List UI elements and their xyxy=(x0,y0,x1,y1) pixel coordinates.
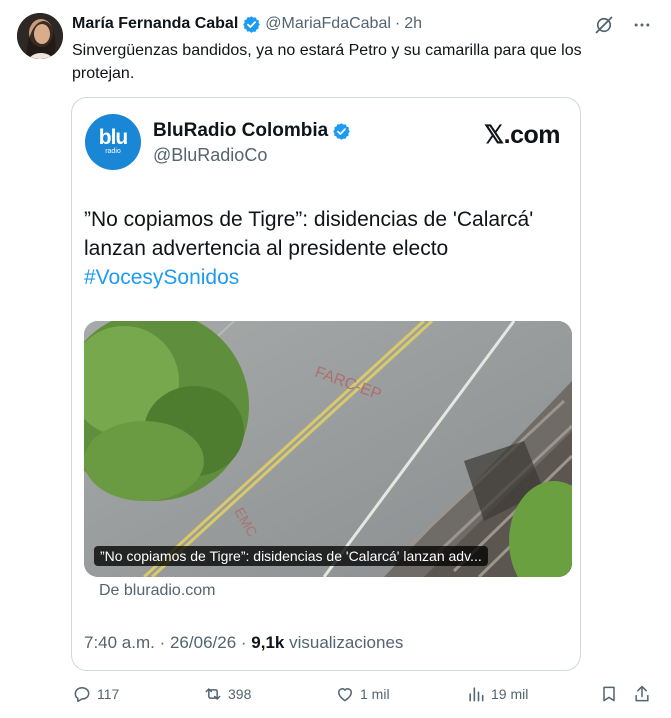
card-hashtag[interactable]: #VocesySonidos xyxy=(84,266,239,289)
avatar-photo xyxy=(17,13,63,59)
aerial-road-photo: FARC-EP EMC xyxy=(84,321,572,577)
header-separator: · xyxy=(394,15,401,32)
x-com-logo: 𝕏.com xyxy=(484,121,561,149)
bookmark-button[interactable] xyxy=(599,684,619,704)
retweet-button[interactable]: 398 xyxy=(203,684,251,704)
tweet-top-actions xyxy=(593,14,653,36)
card-timestamp: 7:40 a.m. · 26/06/26 · 9,1k visualizacio… xyxy=(84,633,403,653)
author-name[interactable]: María Fernanda Cabal xyxy=(72,15,238,33)
like-button[interactable]: 1 mil xyxy=(335,684,390,704)
article-image[interactable]: FARC-EP EMC ”No copiamos de Tigre”: disi… xyxy=(84,321,572,577)
card-author-name-row: BluRadio Colombia xyxy=(153,120,355,142)
tweet-action-bar: 117 398 1 mil 19 mil xyxy=(0,684,671,712)
card-views-count: 9,1k xyxy=(251,633,285,652)
bookmark-icon xyxy=(603,686,615,702)
image-caption: ”No copiamos de Tigre”: disidencias de '… xyxy=(94,546,488,566)
more-options-icon[interactable] xyxy=(631,14,653,36)
article-source[interactable]: De bluradio.com xyxy=(99,582,216,600)
views-count: 19 mil xyxy=(491,686,529,702)
reply-button[interactable]: 117 xyxy=(72,684,119,704)
author-handle[interactable]: @MariaFdaCabal xyxy=(265,15,391,33)
card-time[interactable]: 7:40 a.m. · 26/06/26 · xyxy=(84,633,251,652)
reply-count: 117 xyxy=(97,686,120,702)
card-author-name[interactable]: BluRadio Colombia xyxy=(153,120,328,142)
retweet-count: 398 xyxy=(228,686,252,702)
grok-icon[interactable] xyxy=(593,14,615,36)
like-count: 1 mil xyxy=(360,686,390,702)
logo-subtext: radio xyxy=(105,148,121,155)
logo-text: blu xyxy=(98,126,128,149)
share-icon xyxy=(635,685,649,702)
verified-badge-icon xyxy=(243,15,261,33)
tweet-time-ago[interactable]: 2h xyxy=(404,15,422,33)
bluradio-logo[interactable]: blu radio xyxy=(85,114,141,170)
tweet-header: María Fernanda Cabal @MariaFdaCabal · 2h xyxy=(72,13,422,35)
heart-icon xyxy=(338,688,352,702)
card-views-label: visualizaciones xyxy=(284,633,404,652)
tweet-text: Sinvergüenzas bandidos, ya no estará Pet… xyxy=(72,42,582,82)
card-headline: ”No copiamos de Tigre”: disidencias de '… xyxy=(84,208,534,260)
reply-icon xyxy=(74,687,90,703)
share-button[interactable] xyxy=(632,684,652,704)
card-author-handle[interactable]: @BluRadioCo xyxy=(153,145,267,166)
quoted-tweet-card[interactable]: blu radio BluRadio Colombia @BluRadioCo … xyxy=(71,97,581,671)
retweet-icon xyxy=(205,688,221,700)
card-headline-block: ”No copiamos de Tigre”: disidencias de '… xyxy=(84,205,564,292)
verified-badge-icon xyxy=(333,122,351,140)
views-button[interactable]: 19 mil xyxy=(466,684,528,704)
author-avatar[interactable] xyxy=(17,13,63,59)
views-chart-icon xyxy=(469,687,484,702)
